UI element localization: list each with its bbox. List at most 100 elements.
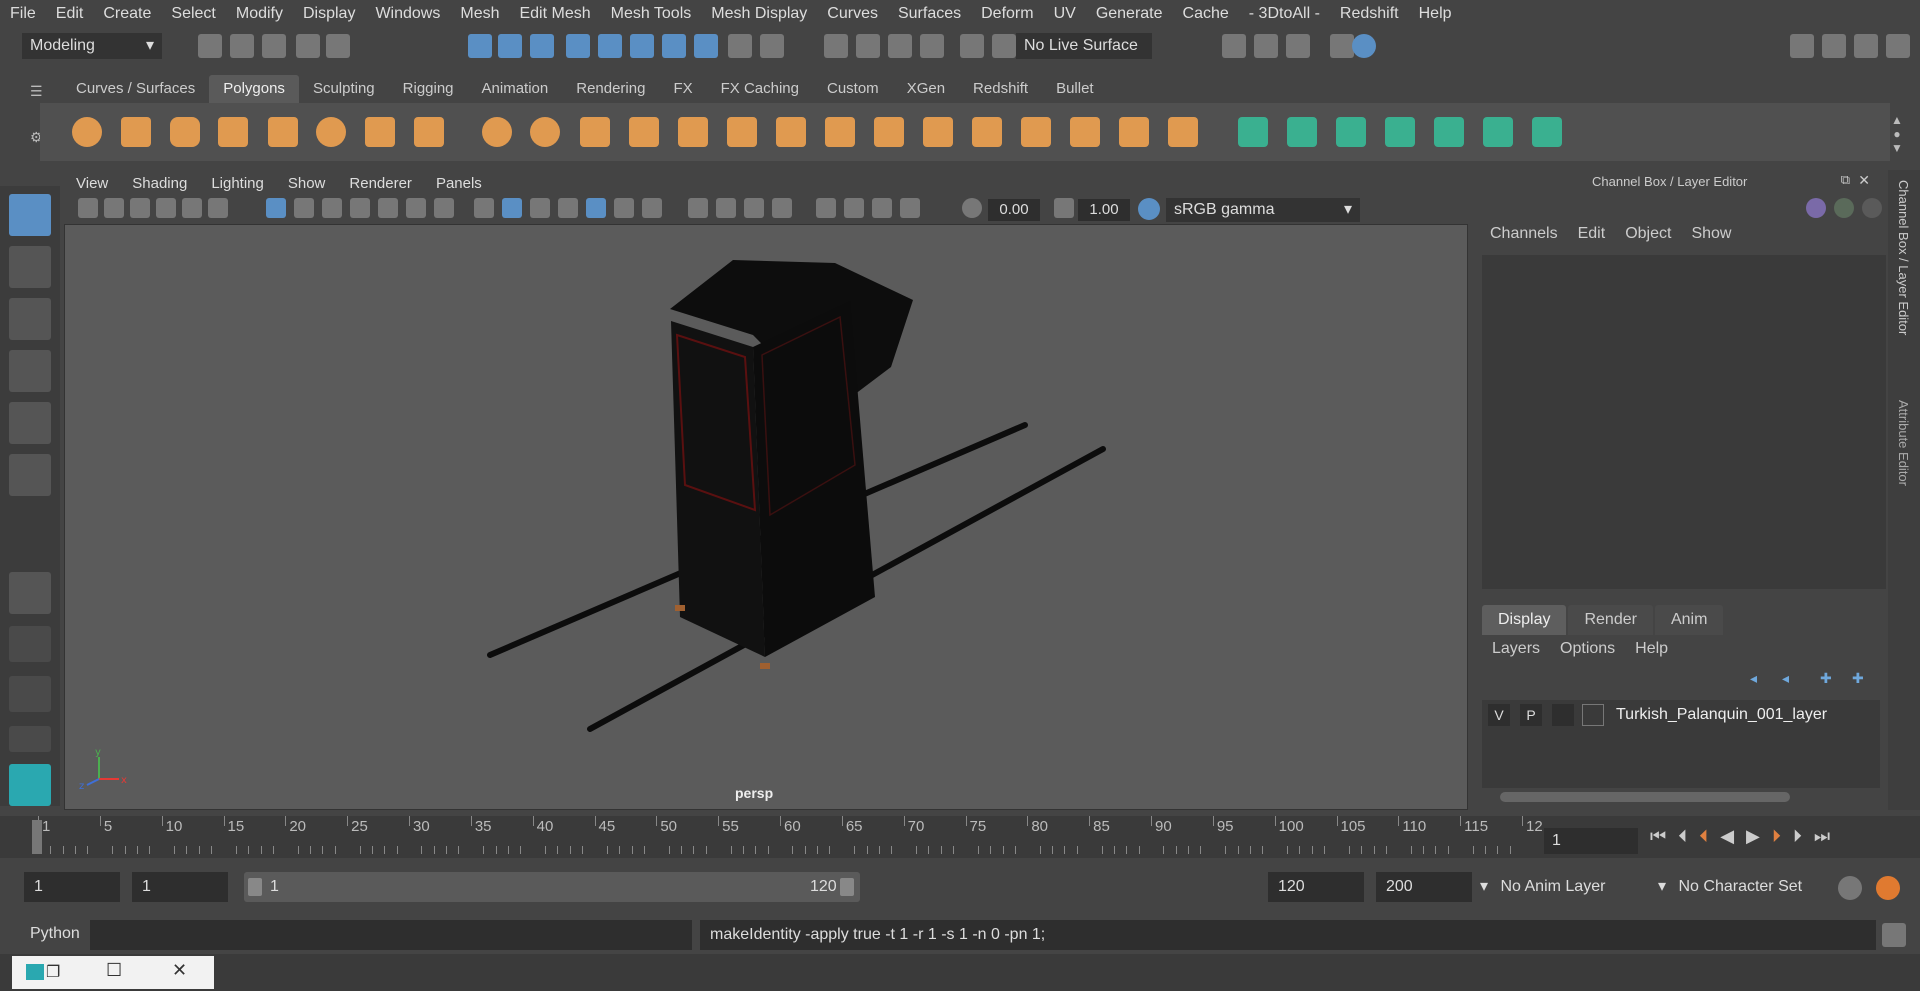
viewport-menu-renderer[interactable]: Renderer [337, 175, 424, 192]
merge-icon[interactable] [1070, 117, 1100, 147]
film-gate-icon[interactable] [294, 198, 314, 218]
shelf-tab-fx[interactable]: FX [659, 75, 706, 103]
xray-icon[interactable] [844, 198, 864, 218]
xray-active-icon[interactable] [900, 198, 920, 218]
field-chart-icon[interactable] [378, 198, 398, 218]
layer-tab-display[interactable]: Display [1482, 605, 1567, 635]
outliner-icon[interactable] [1822, 34, 1846, 58]
spherical-uv-icon[interactable] [1336, 117, 1366, 147]
menu-windows[interactable]: Windows [365, 5, 450, 23]
wireframe-icon[interactable] [474, 198, 494, 218]
current-frame-field[interactable]: 1 [1544, 828, 1638, 854]
render-settings-icon[interactable] [992, 34, 1016, 58]
channel-menu-edit[interactable]: Edit [1568, 225, 1616, 243]
rotate-tool-icon[interactable] [9, 402, 51, 444]
menu-deform[interactable]: Deform [971, 5, 1043, 23]
depth-of-field-icon[interactable] [772, 198, 792, 218]
poly-pipe-icon[interactable] [414, 117, 444, 147]
menu--3dtoall-[interactable]: - 3DtoAll - [1239, 5, 1330, 23]
maya-logo-icon[interactable] [9, 764, 51, 806]
snap-point-icon[interactable] [630, 34, 654, 58]
menu-redshift[interactable]: Redshift [1330, 5, 1409, 23]
separate-icon[interactable] [530, 117, 560, 147]
script-editor-icon[interactable] [1882, 923, 1906, 947]
gamma-field[interactable]: 1.00 [1078, 199, 1130, 221]
bevel-icon[interactable] [727, 117, 757, 147]
play-backward-icon[interactable]: ◀ [1720, 826, 1734, 856]
channel-box-side-tab[interactable]: Channel Box / Layer Editor [1896, 180, 1911, 335]
step-back-frame-icon[interactable]: ⏴ [1699, 826, 1708, 856]
history-icon[interactable] [824, 34, 848, 58]
layout-list-icon[interactable] [9, 676, 51, 712]
layer-menu-options[interactable]: Options [1550, 640, 1625, 658]
poly-sphere-icon[interactable] [72, 117, 102, 147]
layer-playback-toggle[interactable]: P [1520, 704, 1542, 726]
material-icon[interactable] [1352, 34, 1376, 58]
auto-uv-icon[interactable] [1385, 117, 1415, 147]
mirror-icon[interactable] [580, 117, 610, 147]
playback-end-field[interactable]: 120 [1268, 872, 1364, 902]
antialiasing-icon[interactable] [744, 198, 764, 218]
exposure-icon[interactable] [962, 198, 982, 218]
snapshot-icon[interactable] [960, 34, 984, 58]
character-set-dropdown[interactable]: ▾ No Character Set [1658, 872, 1828, 902]
shelf-tab-animation[interactable]: Animation [468, 75, 563, 103]
channel-box-icon[interactable] [1886, 34, 1910, 58]
maya-window-icon[interactable] [26, 964, 44, 980]
range-slider-end-handle[interactable] [840, 878, 854, 896]
lock-icon[interactable] [728, 34, 752, 58]
safe-title-icon[interactable] [434, 198, 454, 218]
select-by-component-icon[interactable] [530, 34, 554, 58]
shelf-tab-redshift[interactable]: Redshift [959, 75, 1042, 103]
new-layer-icon[interactable]: ✚ [1820, 670, 1840, 686]
menu-file[interactable]: File [0, 5, 46, 23]
poly-torus-icon[interactable] [316, 117, 346, 147]
snap-curve-icon[interactable] [598, 34, 622, 58]
workspace-icon[interactable] [1790, 34, 1814, 58]
channel-menu-object[interactable]: Object [1615, 225, 1681, 243]
grid-icon[interactable] [266, 198, 286, 218]
poly-cone-icon[interactable] [218, 117, 248, 147]
ambient-occlusion-icon[interactable] [688, 198, 708, 218]
scene-end-field[interactable]: 200 [1376, 872, 1472, 902]
select-by-hierarchy-icon[interactable] [468, 34, 492, 58]
menu-edit[interactable]: Edit [46, 5, 94, 23]
resolution-gate-icon[interactable] [322, 198, 342, 218]
paint-select-tool-icon[interactable] [9, 298, 51, 340]
move-layer-down-icon[interactable]: ◂ [1782, 670, 1802, 686]
scale-tool-icon[interactable] [9, 454, 51, 496]
ipr-icon[interactable] [1286, 34, 1310, 58]
target-weld-icon[interactable] [1168, 117, 1198, 147]
layout-more-icon[interactable] [9, 726, 51, 752]
auto-key-icon[interactable] [1838, 876, 1862, 900]
move-tool-icon[interactable] [9, 350, 51, 392]
close-icon[interactable]: ✕ [172, 960, 187, 981]
four-view-layout-icon[interactable] [9, 572, 51, 614]
combine-icon[interactable] [482, 117, 512, 147]
planar-uv-icon[interactable] [1238, 117, 1268, 147]
camera-uv-icon[interactable] [1434, 117, 1464, 147]
menu-curves[interactable]: Curves [817, 5, 888, 23]
shelf-scroll-icon[interactable]: ▲ ● ▼ [1890, 113, 1904, 155]
move-layer-up-icon[interactable]: ◂ [1750, 670, 1770, 686]
menu-modify[interactable]: Modify [226, 5, 293, 23]
viewport-menu-view[interactable]: View [64, 175, 120, 192]
motion-blur-icon[interactable] [716, 198, 736, 218]
menu-mesh-tools[interactable]: Mesh Tools [601, 5, 702, 23]
new-layer-selected-icon[interactable]: ✚ [1852, 670, 1872, 686]
menu-uv[interactable]: UV [1044, 5, 1086, 23]
render-icon[interactable] [888, 34, 912, 58]
xray-joints-icon[interactable] [872, 198, 892, 218]
render-view-icon[interactable] [1222, 34, 1246, 58]
viewport-menu-shading[interactable]: Shading [120, 175, 199, 192]
shelf-tab-rigging[interactable]: Rigging [389, 75, 468, 103]
restore-icon[interactable]: ❐ [46, 962, 60, 982]
layer-tab-anim[interactable]: Anim [1654, 605, 1724, 635]
safe-action-icon[interactable] [406, 198, 426, 218]
shelf-tab-curves-surfaces[interactable]: Curves / Surfaces [62, 75, 209, 103]
viewport-menu-lighting[interactable]: Lighting [199, 175, 276, 192]
shelf-tab-sculpting[interactable]: Sculpting [299, 75, 389, 103]
isolate-select-icon[interactable] [816, 198, 836, 218]
select-by-object-icon[interactable] [498, 34, 522, 58]
menu-mesh-display[interactable]: Mesh Display [701, 5, 817, 23]
